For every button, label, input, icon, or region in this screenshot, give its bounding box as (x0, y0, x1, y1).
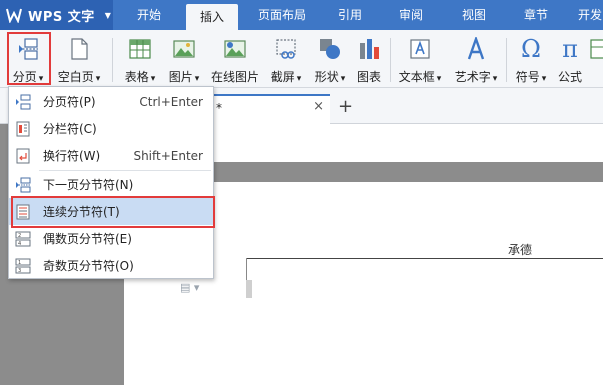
number-icon (590, 39, 603, 59)
ribbon-toolbar: 分页 ▾ 空白页 ▾ 表格 ▾ 图片 ▾ 在线图片 截屏 ▾ 形状 ▾ 图表 文… (0, 30, 603, 88)
chevron-down-icon: ▼ (104, 10, 111, 20)
tab-references[interactable]: 引用 (326, 0, 374, 30)
close-icon[interactable]: × (313, 99, 324, 114)
continuous-section-highlight (11, 196, 215, 228)
menu-item-label: 换行符(W) (43, 149, 101, 163)
menu-item-label: 下一页分节符(N) (43, 178, 134, 192)
chevron-down-icon: ▾ (541, 74, 547, 84)
picture-button[interactable]: 图片 ▾ (164, 34, 204, 86)
menu-item-even-page-section[interactable]: 2 4 偶数页分节符(E) (9, 225, 213, 252)
ribbon-separator (390, 38, 391, 82)
tab-review[interactable]: 审阅 (386, 0, 436, 30)
shapes-icon (320, 39, 340, 59)
menu-bar: WPS 文字 ▼ 开始 插入 页面布局 引用 审阅 视图 章节 开发 (0, 0, 603, 30)
picture-icon (173, 40, 195, 58)
chevron-down-icon: ▾ (436, 74, 442, 84)
menu-item-label: 分栏符(C) (43, 122, 97, 136)
blank-page-button[interactable]: 空白页 ▾ (54, 34, 104, 86)
svg-text:1: 1 (18, 260, 21, 266)
menu-item-shortcut: Shift+Enter (133, 148, 203, 163)
tab-page-layout[interactable]: 页面布局 (246, 0, 318, 30)
chart-button[interactable]: 图表 (352, 34, 386, 86)
symbol-label: 符号 (515, 70, 540, 84)
screenshot-icon (276, 39, 296, 59)
header-text: 承德 (508, 243, 533, 257)
even-page-section-icon: 2 4 (15, 231, 31, 247)
blank-page-label: 空白页 (57, 70, 94, 84)
chart-label: 图表 (356, 70, 381, 84)
document-tab[interactable]: * × (200, 94, 330, 124)
page-break-icon (16, 94, 31, 109)
tab-insert[interactable]: 插入 (186, 4, 238, 30)
menu-item-next-page-section[interactable]: 下一页分节符(N) (9, 171, 213, 198)
chevron-down-icon: ▾ (194, 74, 200, 84)
menu-item-line-break[interactable]: 换行符(W) Shift+Enter (9, 142, 213, 169)
page-break-highlight (7, 32, 51, 85)
paragraph-icon[interactable]: ▤ ▾ (180, 281, 199, 294)
tab-view[interactable]: 视图 (448, 0, 500, 30)
menu-item-shortcut: Ctrl+Enter (139, 94, 203, 109)
table-button[interactable]: 表格 ▾ (118, 34, 162, 86)
wps-logo-icon (6, 8, 22, 23)
svg-text:2: 2 (18, 233, 21, 239)
number-button[interactable] (586, 34, 603, 86)
chevron-down-icon: ▾ (296, 74, 302, 84)
ribbon-separator (506, 38, 507, 82)
chevron-down-icon: ▾ (95, 74, 101, 84)
column-break-icon (16, 121, 30, 136)
odd-page-section-icon: 1 3 (15, 258, 31, 274)
tab-chapter[interactable]: 章节 (510, 0, 562, 30)
menu-item-label: 分页符(P) (43, 95, 96, 109)
picture-label: 图片 (168, 70, 193, 84)
chevron-down-icon: ▾ (340, 74, 346, 84)
online-picture-button[interactable]: 在线图片 (208, 34, 262, 86)
menu-item-page-break[interactable]: 分页符(P) Ctrl+Enter (9, 88, 213, 115)
symbol-button[interactable]: Ω 符号 ▾ (510, 34, 552, 86)
svg-text:4: 4 (18, 241, 21, 247)
tab-developer[interactable]: 开发 (570, 0, 603, 30)
pi-icon: π (562, 35, 578, 63)
next-page-section-icon (16, 177, 31, 192)
chevron-down-icon: ▾ (150, 74, 156, 84)
wordart-label: 艺术字 (454, 70, 491, 84)
header-line (246, 258, 603, 259)
menu-item-label: 奇数页分节符(O) (43, 259, 134, 273)
textbox-icon (410, 39, 430, 59)
crop-mark (246, 258, 247, 280)
textbox-label: 文本框 (398, 70, 435, 84)
omega-icon: Ω (521, 35, 541, 63)
blank-page-icon (71, 38, 88, 60)
online-picture-icon (224, 40, 246, 58)
tab-home[interactable]: 开始 (120, 0, 178, 30)
screenshot-button[interactable]: 截屏 ▾ (266, 34, 306, 86)
app-menu-button[interactable]: WPS 文字 ▼ (0, 0, 113, 30)
menu-item-column-break[interactable]: 分栏符(C) (9, 115, 213, 142)
table-icon (129, 39, 151, 59)
menu-item-odd-page-section[interactable]: 1 3 奇数页分节符(O) (9, 252, 213, 279)
app-name: WPS 文字 (28, 9, 95, 25)
screenshot-label: 截屏 (270, 70, 295, 84)
wordart-icon (467, 37, 485, 60)
svg-text:3: 3 (18, 268, 21, 274)
bar-chart-icon (360, 39, 379, 59)
document-tab-title: * (216, 101, 222, 115)
textbox-button[interactable]: 文本框 ▾ (394, 34, 446, 86)
formula-label: 公式 (557, 70, 582, 84)
table-label: 表格 (124, 70, 149, 84)
wordart-button[interactable]: 艺术字 ▾ (448, 34, 504, 86)
add-tab-icon[interactable]: + (338, 96, 353, 117)
formula-button[interactable]: π 公式 (554, 34, 586, 86)
shapes-button[interactable]: 形状 ▾ (310, 34, 350, 86)
line-break-icon (16, 148, 30, 163)
text-cursor (246, 280, 252, 298)
online-picture-label: 在线图片 (210, 70, 259, 84)
page-break-dropdown: 分页符(P) Ctrl+Enter 分栏符(C) 换行符(W) Shift+En… (8, 86, 214, 279)
menu-item-label: 偶数页分节符(E) (43, 232, 132, 246)
ribbon-separator (112, 38, 113, 82)
shapes-label: 形状 (314, 70, 339, 84)
chevron-down-icon: ▾ (492, 74, 498, 84)
